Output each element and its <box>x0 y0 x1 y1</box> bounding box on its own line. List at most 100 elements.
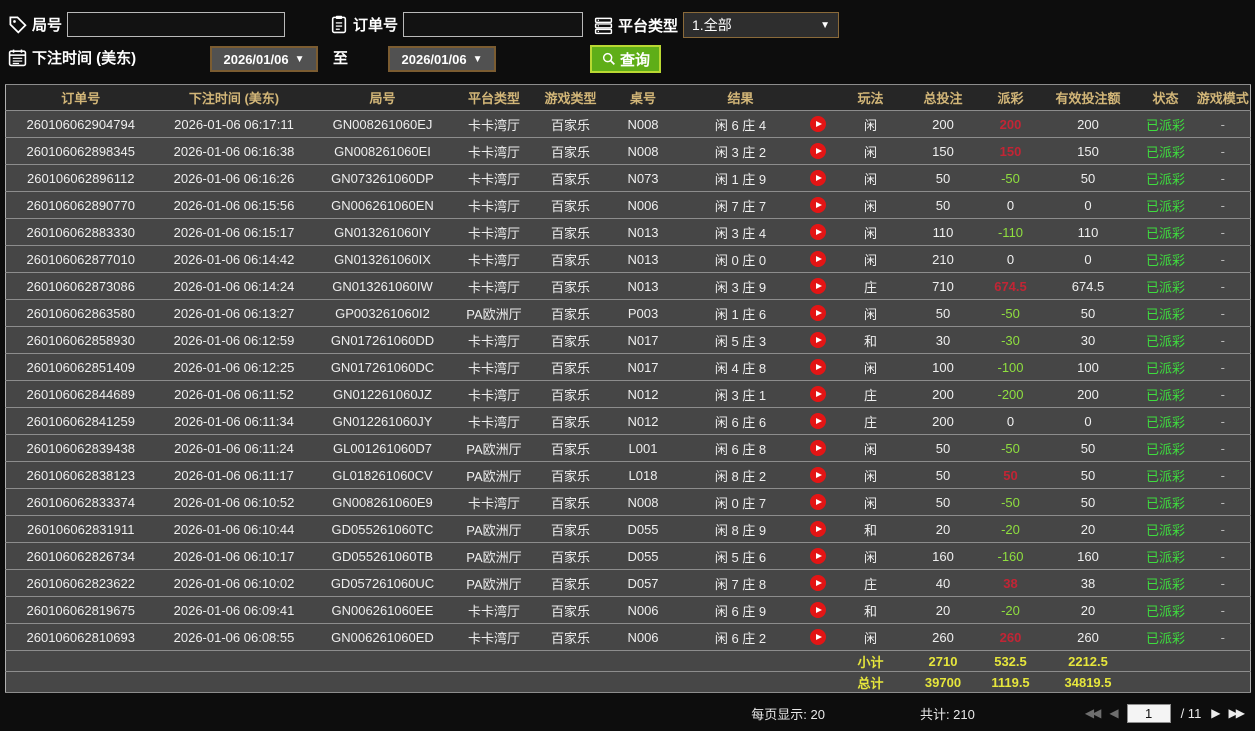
grand-total-total-bet: 39700 <box>905 671 981 693</box>
game-type-cell: 百家乐 <box>535 434 606 462</box>
table-no-cell: N013 <box>605 218 681 246</box>
platform-type-select[interactable]: 1.全部 ▼ <box>683 12 840 38</box>
table-row: 260106062838123 2026-01-06 06:11:17 GL0182… <box>5 461 1251 489</box>
play-side-cell: 闲 <box>835 110 906 138</box>
replay-button[interactable] <box>810 440 826 457</box>
bet-time-cell: 2026-01-06 06:10:02 <box>155 569 313 597</box>
page-total-label: / 11 <box>1180 705 1202 721</box>
play-icon <box>816 607 822 614</box>
game-type-cell: 百家乐 <box>535 596 606 624</box>
table-row: 260106062851409 2026-01-06 06:12:25 GN0172… <box>5 353 1251 381</box>
play-icon <box>816 310 822 317</box>
valid-bet-cell: 160 <box>1040 542 1136 570</box>
column-header-3: 平台类型 <box>452 84 536 111</box>
replay-button[interactable] <box>810 413 826 430</box>
date-to-picker[interactable]: 2026/01/06 ▼ <box>388 46 496 72</box>
payout-cell: 0 <box>980 407 1041 435</box>
game-type-cell: 百家乐 <box>535 272 606 300</box>
play-icon <box>816 202 822 209</box>
order-no-input[interactable] <box>403 12 584 37</box>
page-number-input[interactable] <box>1126 703 1171 723</box>
replay-button[interactable] <box>810 170 826 187</box>
date-from-picker[interactable]: 2026/01/06 ▼ <box>210 46 318 72</box>
replay-button[interactable] <box>810 386 826 403</box>
replay-button[interactable] <box>810 629 826 646</box>
play-side-cell: 庄 <box>835 380 906 408</box>
total-bet-cell: 50 <box>905 488 981 516</box>
replay-button[interactable] <box>810 143 826 160</box>
payout-cell: -50 <box>980 299 1041 327</box>
column-header-5: 桌号 <box>605 84 681 111</box>
game-type-cell: 百家乐 <box>535 569 606 597</box>
status-cell: 已派彩 <box>1135 191 1196 219</box>
replay-button[interactable] <box>810 197 826 214</box>
replay-button[interactable] <box>810 359 826 376</box>
bet-records-table: 订单号 下注时间 (美东) 局号 平台类型 游戏类型 桌号 结果 玩法 总投注 派彩 有效投注额 状态… <box>5 84 1251 693</box>
game-type-cell: 百家乐 <box>535 299 606 327</box>
payout-cell: -50 <box>980 488 1041 516</box>
round-no-cell: GN006261060EN <box>312 191 453 219</box>
payout-cell: 0 <box>980 245 1041 273</box>
replay-button[interactable] <box>810 494 826 511</box>
status-cell: 已派彩 <box>1135 353 1196 381</box>
grand-total-valid-bet: 34819.5 <box>1040 671 1136 693</box>
valid-bet-cell: 50 <box>1040 461 1136 489</box>
valid-bet-cell: 50 <box>1040 434 1136 462</box>
platform-cell: 卡卡湾厅 <box>452 218 536 246</box>
grand-total-spacer <box>5 671 836 693</box>
valid-bet-cell: 100 <box>1040 353 1136 381</box>
replay-button[interactable] <box>810 602 826 619</box>
round-no-cell: GN013261060IW <box>312 272 453 300</box>
platform-cell: PA欧洲厅 <box>452 569 536 597</box>
replay-button[interactable] <box>810 251 826 268</box>
play-side-cell: 庄 <box>835 407 906 435</box>
prev-page-button[interactable]: ◀ <box>1109 706 1118 720</box>
last-page-button[interactable]: ▶▶ <box>1229 706 1246 720</box>
round-no-input[interactable] <box>67 12 286 37</box>
footer-bar: 每页显示: 20 共计: 210 ◀◀ ◀ / 11 ▶ ▶▶ <box>0 695 1255 731</box>
status-cell: 已派彩 <box>1135 164 1196 192</box>
next-page-button[interactable]: ▶ <box>1211 706 1220 720</box>
result-cell: 闲 0 庄 0 <box>680 245 801 273</box>
replay-button[interactable] <box>810 224 826 241</box>
table-row: 260106062858930 2026-01-06 06:12:59 GN0172… <box>5 326 1251 354</box>
replay-cell <box>800 515 836 543</box>
replay-button[interactable] <box>810 548 826 565</box>
replay-button[interactable] <box>810 467 826 484</box>
game-mode-cell: - <box>1195 326 1251 354</box>
first-page-button[interactable]: ◀◀ <box>1085 706 1102 720</box>
table-row: 260106062810693 2026-01-06 06:08:55 GN0062… <box>5 623 1251 651</box>
bet-time-label: 下注时间 (美东) <box>32 50 137 67</box>
query-button[interactable]: 查询 <box>590 45 662 73</box>
replay-button[interactable] <box>810 305 826 322</box>
total-bet-cell: 100 <box>905 353 981 381</box>
total-bet-cell: 200 <box>905 380 981 408</box>
status-cell: 已派彩 <box>1135 488 1196 516</box>
total-bet-cell: 150 <box>905 137 981 165</box>
bet-time-cell: 2026-01-06 06:15:56 <box>155 191 313 219</box>
status-cell: 已派彩 <box>1135 272 1196 300</box>
status-cell: 已派彩 <box>1135 461 1196 489</box>
play-side-cell: 闲 <box>835 488 906 516</box>
tag-icon <box>8 15 27 34</box>
replay-button[interactable] <box>810 278 826 295</box>
game-mode-cell: - <box>1195 164 1251 192</box>
table-row: 260106062898345 2026-01-06 06:16:38 GN0082… <box>5 137 1251 165</box>
replay-button[interactable] <box>810 575 826 592</box>
valid-bet-cell: 50 <box>1040 488 1136 516</box>
bet-time-cell: 2026-01-06 06:15:17 <box>155 218 313 246</box>
table-row: 260106062896112 2026-01-06 06:16:26 GN0732… <box>5 164 1251 192</box>
table-row: 260106062890770 2026-01-06 06:15:56 GN0062… <box>5 191 1251 219</box>
game-type-cell: 百家乐 <box>535 488 606 516</box>
bet-table-body: 260106062904794 2026-01-06 06:17:11 GN0082… <box>5 110 1251 651</box>
replay-button[interactable] <box>810 332 826 349</box>
bet-time-cell: 2026-01-06 06:12:59 <box>155 326 313 354</box>
play-side-cell: 闲 <box>835 434 906 462</box>
valid-bet-cell: 0 <box>1040 407 1136 435</box>
total-count-label: 共计: 210 <box>919 706 975 722</box>
replay-button[interactable] <box>810 521 826 538</box>
payout-cell: 674.5 <box>980 272 1041 300</box>
game-type-cell: 百家乐 <box>535 164 606 192</box>
valid-bet-cell: 200 <box>1040 110 1136 138</box>
replay-button[interactable] <box>810 116 826 133</box>
